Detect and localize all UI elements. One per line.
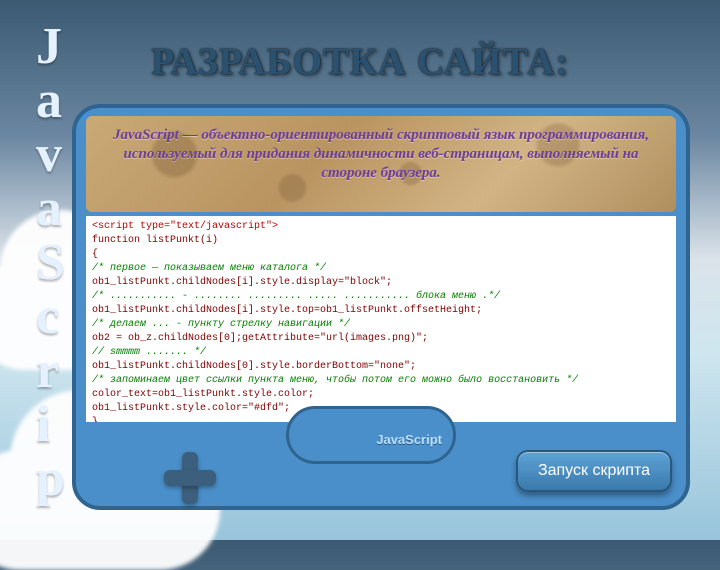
code-line: /* делаем ... - пункту стрелку навигации… [92, 318, 670, 332]
vertical-letter: S [36, 236, 65, 290]
content-panel: JavaScript — объектно-ориентированный ск… [72, 104, 690, 510]
vertical-letter: i [36, 398, 65, 452]
code-line: /* первое — показываем меню каталога */ [92, 262, 670, 276]
vertical-letter: J [36, 20, 65, 74]
vertical-letters: JavaScrip [36, 20, 65, 506]
code-line: <script type="text/javascript"> [92, 220, 670, 234]
vertical-letter: r [36, 344, 65, 398]
code-line: ob1_listPunkt.childNodes[i].style.displa… [92, 276, 670, 290]
code-snippet: <script type="text/javascript">function … [86, 216, 676, 422]
vertical-letter: a [36, 74, 65, 128]
code-line: ob2 = ob_z.childNodes[0];getAttribute="u… [92, 332, 670, 346]
plus-icon [164, 452, 216, 504]
code-line: color_text=ob1_listPunkt.style.color; [92, 388, 670, 402]
code-line: { [92, 248, 670, 262]
vertical-letter: p [36, 452, 65, 506]
code-line: // smmmm ....... */ [92, 346, 670, 360]
description-text: JavaScript — объектно-ориентированный ск… [86, 116, 676, 212]
code-line: ob1_listPunkt.childNodes[i].style.top=ob… [92, 304, 670, 318]
code-line: function listPunkt(i) [92, 234, 670, 248]
thought-bubble-label: JavaScript [376, 432, 442, 447]
code-line: ob1_listPunkt.childNodes[0].style.border… [92, 360, 670, 374]
page-title: РАЗРАБОТКА САЙТА: [151, 40, 569, 84]
code-line: } [92, 416, 670, 422]
vertical-letter: a [36, 182, 65, 236]
run-script-button[interactable]: Запуск скрипта [516, 450, 672, 492]
code-line: ob1_listPunkt.style.color="#dfd"; [92, 402, 670, 416]
code-line: /* ........... - ........ ......... ....… [92, 290, 670, 304]
code-line: /* запоминаем цвет ссылки пункта меню, ч… [92, 374, 670, 388]
vertical-letter: v [36, 128, 65, 182]
vertical-letter: c [36, 290, 65, 344]
